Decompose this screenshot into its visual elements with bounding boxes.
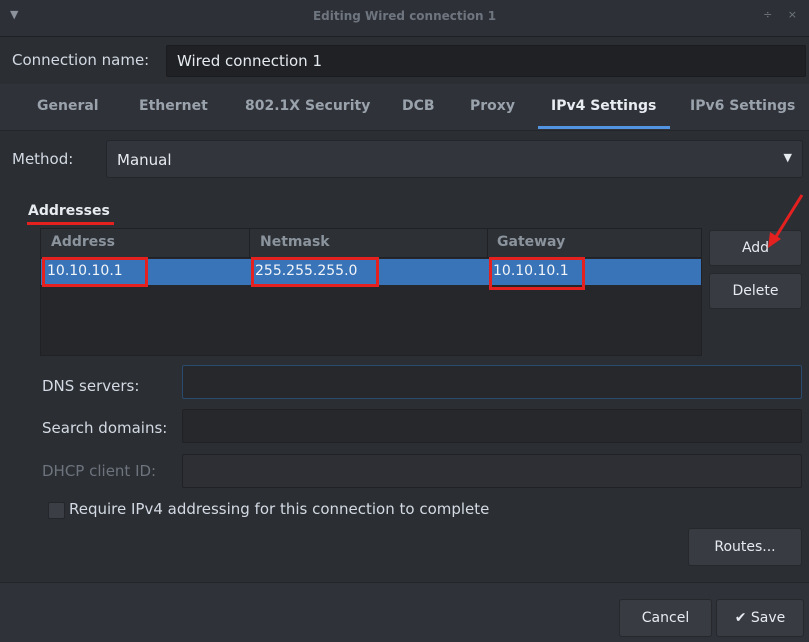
tab-ipv6-settings[interactable]: IPv6 Settings [690,98,795,114]
column-header-gateway[interactable]: Gateway [497,234,565,250]
tab-ipv4-settings[interactable]: IPv4 Settings [551,98,656,114]
tab-bar: General Ethernet 802.1X Security DCB Pro… [0,84,809,131]
dropdown-arrow-icon: ▼ [783,151,792,164]
tab-general[interactable]: General [37,98,99,114]
column-divider [487,229,488,257]
dns-servers-input[interactable] [182,365,802,399]
cancel-button[interactable]: Cancel [619,599,712,637]
require-ipv4-checkbox[interactable] [48,502,65,519]
connection-name-label: Connection name: [12,51,150,69]
column-divider [249,229,250,257]
routes-button[interactable]: Routes... [688,528,802,566]
addresses-table[interactable]: Address Netmask Gateway 10.10.10.1 255.2… [40,228,702,356]
annotation-box-gateway [489,257,585,290]
connection-name-input[interactable]: Wired connection 1 [166,45,806,77]
dns-servers-label: DNS servers: [42,377,140,395]
dhcp-client-id-input [182,454,802,488]
search-domains-label: Search domains: [42,419,168,437]
window-controls[interactable]: ÷ × [763,8,803,21]
annotation-underline [27,222,114,225]
annotation-box-netmask [251,257,379,287]
delete-address-button[interactable]: Delete [709,273,802,309]
tab-ethernet[interactable]: Ethernet [139,98,208,114]
window-title: Editing Wired connection 1 [312,9,497,23]
checkmark-icon: ✔ [734,610,747,626]
connection-name-row: Connection name: Wired connection 1 [0,36,809,84]
save-button[interactable]: ✔ Save [716,599,804,637]
require-ipv4-label[interactable]: Require IPv4 addressing for this connect… [69,500,489,518]
method-value: Manual [117,151,172,169]
title-bar: ▼ Editing Wired connection 1 ÷ × [0,0,809,37]
method-label: Method: [12,150,74,168]
addresses-heading: Addresses [28,203,110,219]
table-header: Address Netmask Gateway [41,229,701,258]
column-header-netmask[interactable]: Netmask [260,234,330,250]
tab-8021x-security[interactable]: 802.1X Security [245,98,370,114]
dhcp-client-id-label: DHCP client ID: [42,462,157,480]
save-button-label: Save [750,610,786,626]
annotation-box-address [42,257,148,287]
tab-dcb[interactable]: DCB [402,98,435,114]
active-tab-indicator [538,126,670,129]
annotation-arrow-icon [768,194,804,248]
tab-proxy[interactable]: Proxy [470,98,515,114]
column-header-address[interactable]: Address [51,234,115,250]
method-dropdown[interactable]: Manual ▼ [106,140,803,178]
search-domains-input[interactable] [182,409,802,443]
